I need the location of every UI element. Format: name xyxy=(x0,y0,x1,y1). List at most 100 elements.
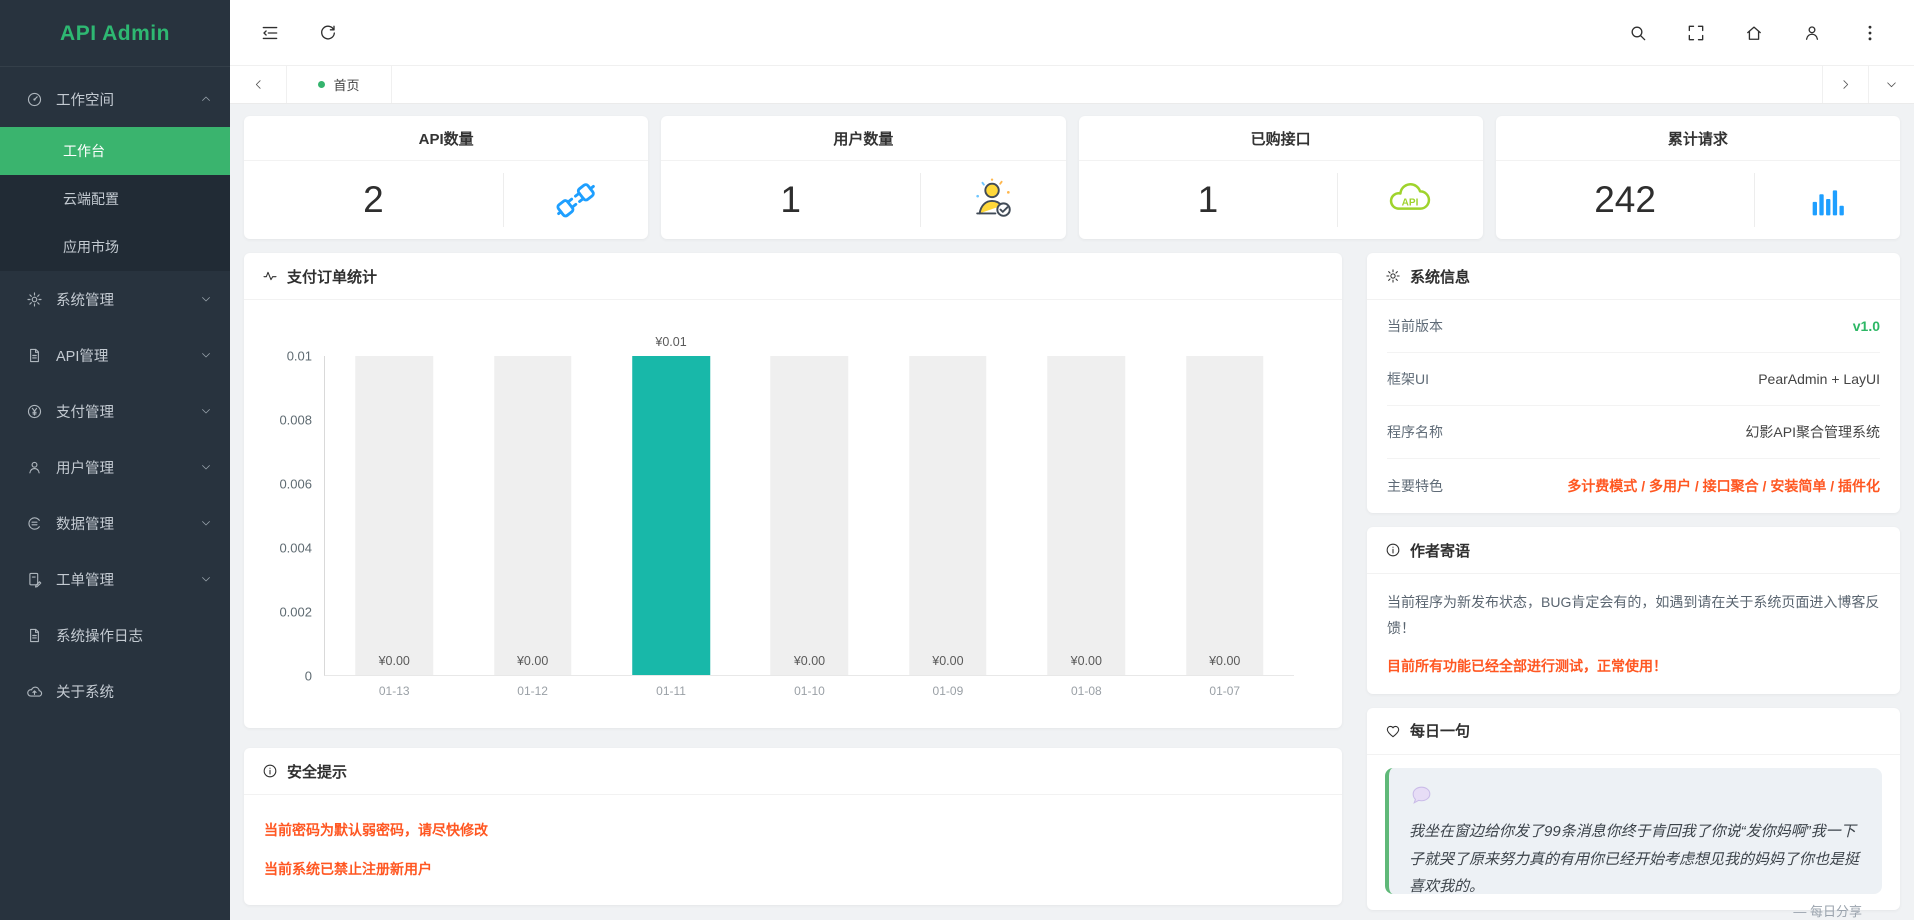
collapse-sidebar-button[interactable] xyxy=(260,23,280,43)
info-row-program-name: 程序名称 幻影API聚合管理系统 xyxy=(1387,406,1880,459)
currency-circle-icon xyxy=(26,515,43,532)
bar-fill xyxy=(632,356,710,675)
stat-card-total-requests: 累计请求 242 xyxy=(1496,116,1900,239)
more-menu-button[interactable] xyxy=(1860,23,1880,43)
plug-icon xyxy=(553,177,599,223)
security-tips-panel: 安全提示 当前密码为默认弱密码，请尽快修改 当前系统已禁止注册新用户 xyxy=(244,748,1342,905)
sidebar-item-label: 系统操作日志 xyxy=(56,625,143,646)
bar-background xyxy=(1048,356,1126,675)
chart-bar[interactable]: ¥0.0101-11 xyxy=(602,356,740,675)
tabs-scroll-right-button[interactable] xyxy=(1822,66,1868,103)
main-area: 首页 API数量 2 用户数量 xyxy=(230,0,1914,920)
info-circle-icon xyxy=(262,763,278,779)
user-profile-button[interactable] xyxy=(1802,23,1822,43)
quote-card: 我坐在窗边给你发了99条消息你终于肯回我了你说“发你妈啊”我一下子就哭了原来努力… xyxy=(1385,768,1882,894)
y-axis-tick: 0.002 xyxy=(279,605,312,620)
info-row-features: 主要特色 多计费模式 / 多用户 / 接口聚合 / 安装简单 / 插件化 xyxy=(1387,459,1880,512)
panel-title: 作者寄语 xyxy=(1410,540,1470,561)
document-icon xyxy=(26,347,43,364)
chart-area: 0.010.0080.0060.0040.0020 ¥0.0001-13¥0.0… xyxy=(244,300,1342,676)
gear-icon xyxy=(26,291,43,308)
bar-background xyxy=(494,356,572,675)
sidebar-item-workbench[interactable]: 工作台 xyxy=(0,127,230,175)
sidebar-item-cloud-config[interactable]: 云端配置 xyxy=(0,175,230,223)
sidebar-item-system-mgmt[interactable]: 系统管理 xyxy=(0,271,230,327)
sidebar-item-label: 用户管理 xyxy=(56,457,114,478)
sidebar-item-label: 工单管理 xyxy=(56,569,114,590)
sidebar-item-api-mgmt[interactable]: API管理 xyxy=(0,327,230,383)
sidebar-item-label: 工作空间 xyxy=(56,89,114,110)
info-value: 多计费模式 / 多用户 / 接口聚合 / 安装简单 / 插件化 xyxy=(1567,476,1880,496)
panel-title: 安全提示 xyxy=(287,761,347,782)
sidebar-item-label: 工作台 xyxy=(63,141,105,161)
quote-attribution: — 每日分享 xyxy=(1409,901,1862,920)
info-value: PearAdmin + LayUI xyxy=(1758,371,1880,387)
app-window: API Admin 工作空间 工作台 云端配置 应用市场 系统管理 xyxy=(0,0,1914,920)
home-button[interactable] xyxy=(1744,23,1764,43)
sidebar-item-ticket-mgmt[interactable]: 工单管理 xyxy=(0,551,230,607)
yen-circle-icon xyxy=(26,403,43,420)
sidebar-item-app-market[interactable]: 应用市场 xyxy=(0,223,230,271)
chart-bar[interactable]: ¥0.0001-07 xyxy=(1156,356,1294,675)
chart-y-axis: 0.010.0080.0060.0040.0020 xyxy=(260,356,324,676)
bar-chart-icon xyxy=(1805,177,1851,223)
search-button[interactable] xyxy=(1628,23,1648,43)
sidebar-item-payment-mgmt[interactable]: 支付管理 xyxy=(0,383,230,439)
api-cloud-icon xyxy=(1387,177,1433,223)
chevron-down-icon xyxy=(200,517,212,529)
sidebar-item-user-mgmt[interactable]: 用户管理 xyxy=(0,439,230,495)
chart-plot[interactable]: ¥0.0001-13¥0.0001-12¥0.0101-11¥0.0001-10… xyxy=(324,356,1294,676)
x-axis-label: 01-11 xyxy=(602,684,740,698)
gear-icon xyxy=(1385,268,1401,284)
tab-home[interactable]: 首页 xyxy=(286,66,392,103)
chart-bar[interactable]: ¥0.0001-10 xyxy=(740,356,878,675)
stat-value: 1 xyxy=(1079,179,1338,221)
bar-background xyxy=(1186,356,1264,675)
x-axis-label: 01-07 xyxy=(1156,684,1294,698)
tabs-dropdown-button[interactable] xyxy=(1868,66,1914,103)
security-tip-line: 当前系统已禁止注册新用户 xyxy=(264,859,1322,879)
user-icon xyxy=(26,459,43,476)
tabs-scroll-left-button[interactable] xyxy=(230,66,286,103)
x-axis-label: 01-13 xyxy=(325,684,463,698)
chart-bar[interactable]: ¥0.0001-12 xyxy=(463,356,601,675)
info-value: 幻影API聚合管理系统 xyxy=(1745,422,1880,442)
user-check-icon xyxy=(970,177,1016,223)
author-note-text: 当前程序为新发布状态，BUG肯定会有的，如遇到请在关于系统页面进入博客反馈！ xyxy=(1387,590,1880,642)
stat-value: 2 xyxy=(244,179,503,221)
stat-card-api-count: API数量 2 xyxy=(244,116,648,239)
sidebar-item-label: 支付管理 xyxy=(56,401,114,422)
tab-bar: 首页 xyxy=(230,66,1914,104)
sidebar-item-workspace[interactable]: 工作空间 xyxy=(0,71,230,127)
y-axis-tick: 0.004 xyxy=(279,541,312,556)
chart-bar[interactable]: ¥0.0001-13 xyxy=(325,356,463,675)
chart-bar[interactable]: ¥0.0001-09 xyxy=(879,356,1017,675)
sidebar: API Admin 工作空间 工作台 云端配置 应用市场 系统管理 xyxy=(0,0,230,920)
bar-value-label: ¥0.01 xyxy=(602,335,740,349)
bar-background xyxy=(355,356,433,675)
x-axis-label: 01-09 xyxy=(879,684,1017,698)
chevron-down-icon xyxy=(200,405,212,417)
sidebar-item-data-mgmt[interactable]: 数据管理 xyxy=(0,495,230,551)
sidebar-item-label: 数据管理 xyxy=(56,513,114,534)
stat-value: 1 xyxy=(661,179,920,221)
x-axis-label: 01-10 xyxy=(740,684,878,698)
toolbar-right xyxy=(1628,23,1880,43)
chart-bar[interactable]: ¥0.0001-08 xyxy=(1017,356,1155,675)
chevron-down-icon xyxy=(200,349,212,361)
refresh-button[interactable] xyxy=(318,23,338,43)
active-tab-dot xyxy=(318,81,325,88)
info-label: 当前版本 xyxy=(1387,316,1443,336)
chevron-up-icon xyxy=(200,93,212,105)
panel-title: 系统信息 xyxy=(1410,266,1470,287)
sidebar-item-operation-log[interactable]: 系统操作日志 xyxy=(0,607,230,663)
stat-title: 用户数量 xyxy=(661,116,1065,161)
fullscreen-button[interactable] xyxy=(1686,23,1706,43)
y-axis-tick: 0 xyxy=(305,669,312,684)
bar-value-label: ¥0.00 xyxy=(740,654,878,668)
sidebar-item-about-system[interactable]: 关于系统 xyxy=(0,663,230,719)
y-axis-tick: 0.008 xyxy=(279,413,312,428)
sidebar-item-label: 云端配置 xyxy=(63,189,119,209)
x-axis-label: 01-08 xyxy=(1017,684,1155,698)
tab-bar-right xyxy=(1822,66,1914,103)
